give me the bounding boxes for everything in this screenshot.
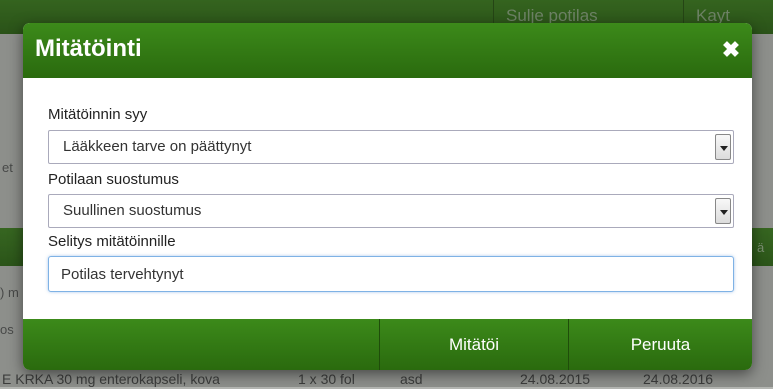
consent-label: Potilaan suostumus: [48, 171, 179, 188]
chevron-down-icon[interactable]: [715, 134, 731, 160]
dismiss-button-label: Peruuta: [630, 335, 691, 354]
chevron-down-icon[interactable]: [715, 198, 731, 224]
reason-label: Mitätöinnin syy: [48, 106, 148, 123]
dismiss-button[interactable]: Peruuta: [569, 319, 752, 370]
explanation-label: Selitys mitätöinnille: [48, 233, 176, 250]
confirm-button-label: Mitätöi: [448, 335, 500, 354]
consent-select-value: Suullinen suostumus: [63, 202, 202, 219]
close-icon[interactable]: ✖: [718, 37, 744, 63]
consent-select[interactable]: Suullinen suostumus: [48, 194, 734, 228]
dialog-title: Mitätöinti: [35, 35, 142, 62]
cancel-dialog: Mitätöinti ✖ Mitätöinnin syy Lääkkeen ta…: [23, 23, 752, 370]
explanation-input[interactable]: [48, 256, 734, 292]
confirm-cancel-button[interactable]: Mitätöi: [380, 319, 568, 370]
dialog-footer: Mitätöi Peruuta: [23, 319, 752, 370]
reason-select-value: Lääkkeen tarve on päättynyt: [63, 138, 252, 155]
dialog-header: Mitätöinti ✖: [23, 23, 752, 78]
reason-select[interactable]: Lääkkeen tarve on päättynyt: [48, 130, 734, 164]
